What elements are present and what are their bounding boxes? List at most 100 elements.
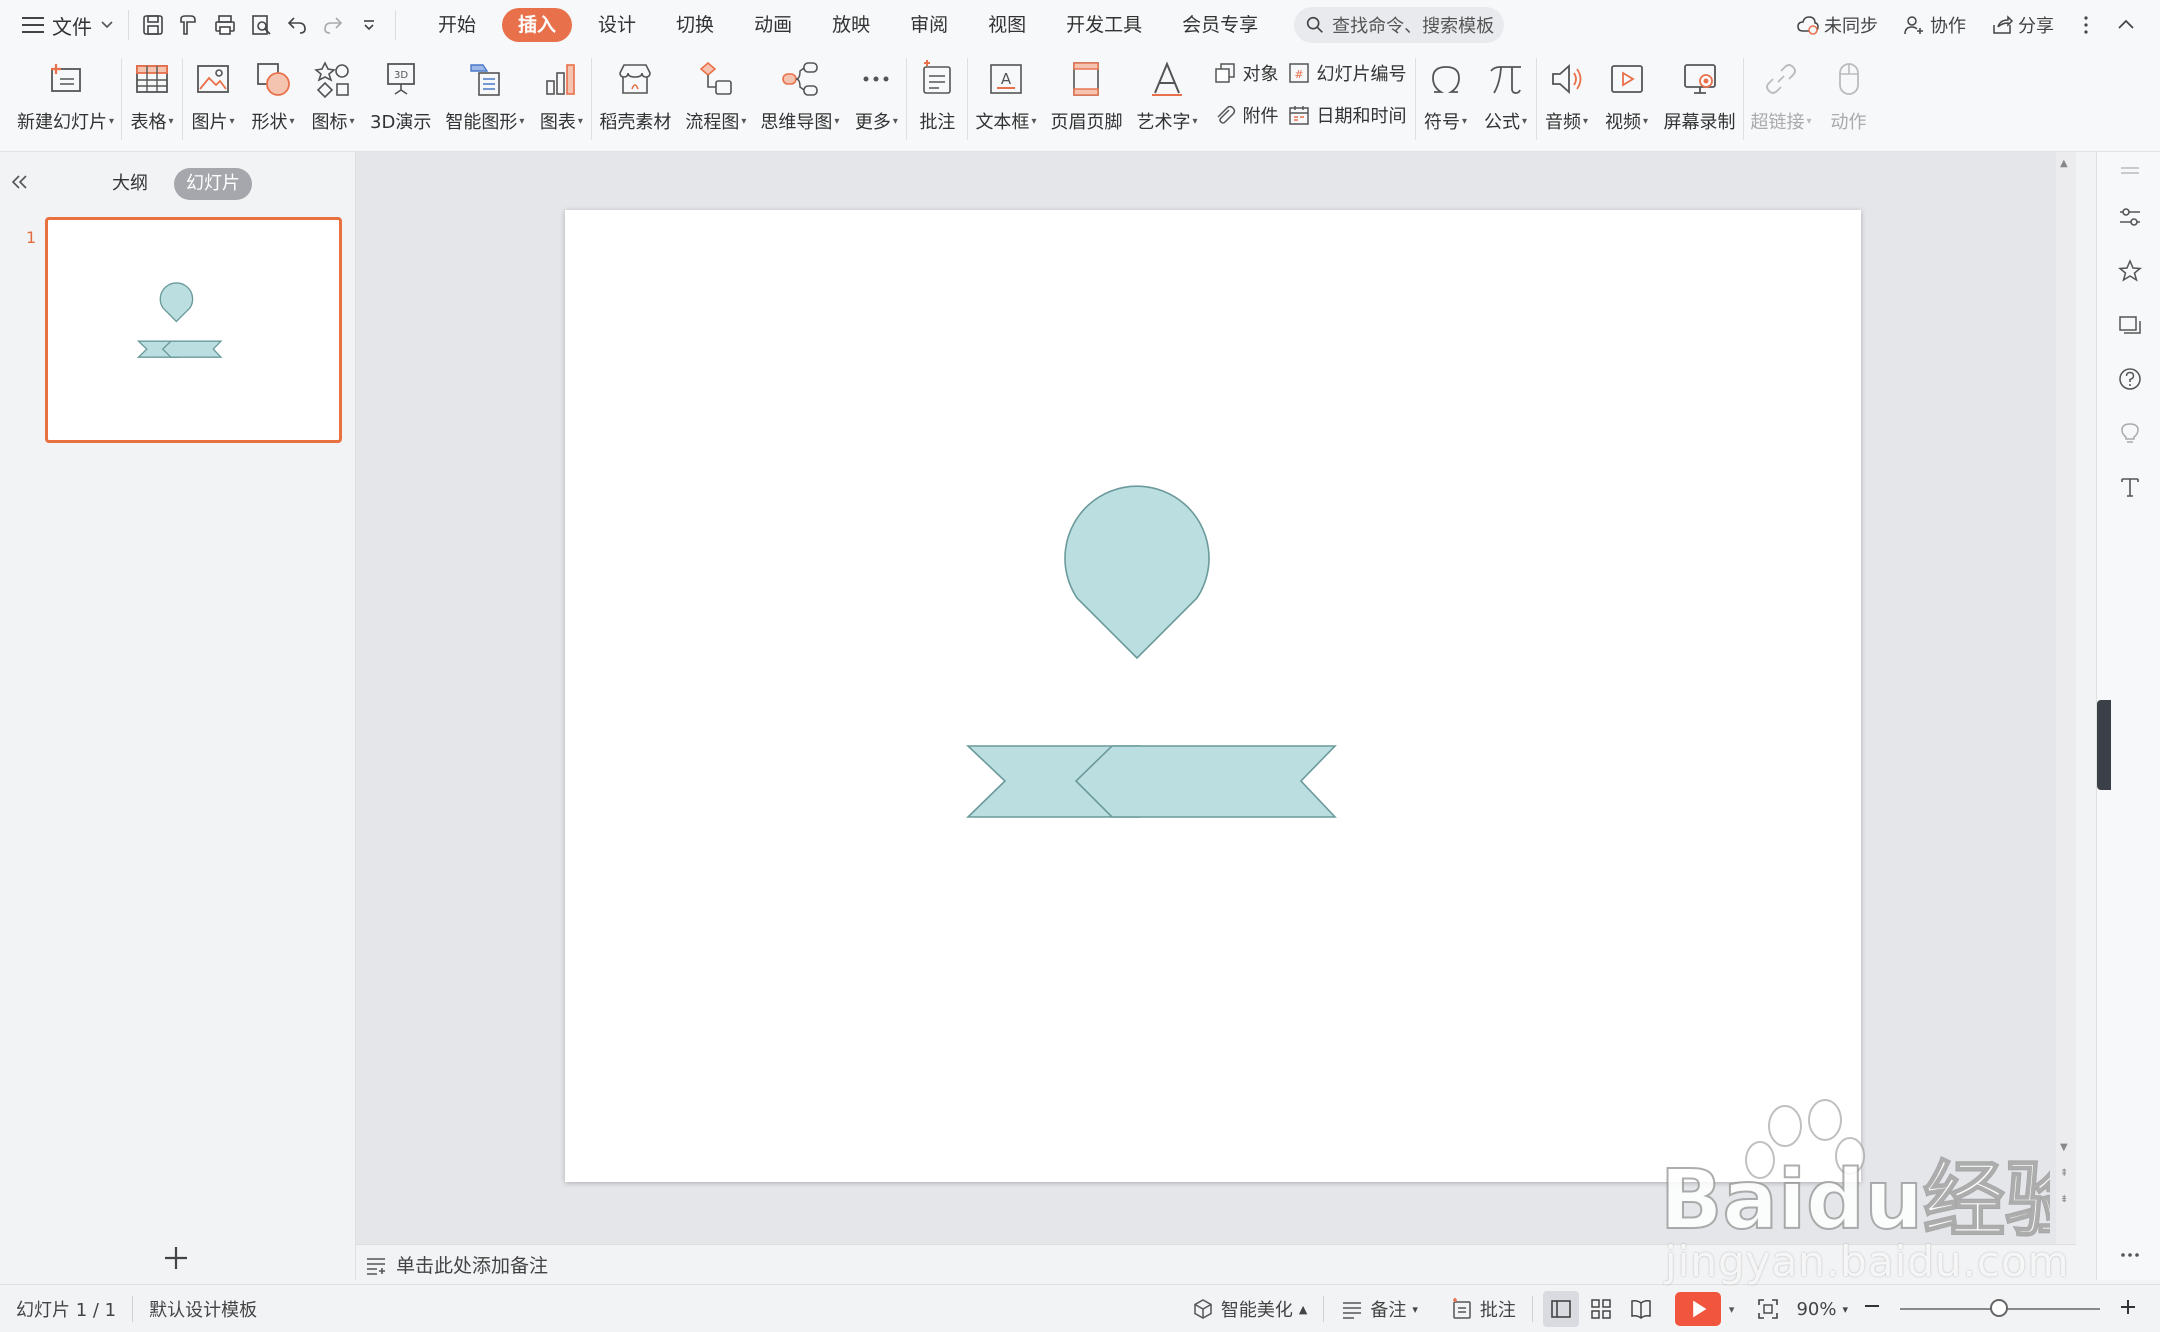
video-button[interactable]: 视频 ▾: [1597, 56, 1657, 134]
comment-button[interactable]: 批注: [907, 56, 967, 134]
zoom-level-dropdown[interactable]: 90% ▾: [1788, 1299, 1856, 1320]
text-format-button[interactable]: [2115, 472, 2145, 502]
mindmap-button[interactable]: 思维导图 ▾: [753, 56, 846, 134]
slide-panel: 大纲 幻灯片 1: [0, 152, 356, 1280]
tab-review[interactable]: 审阅: [890, 8, 968, 42]
table-button[interactable]: 表格 ▾: [122, 56, 182, 134]
tab-animations[interactable]: 动画: [734, 8, 812, 42]
sliders-icon: [2120, 208, 2140, 226]
smartart-button[interactable]: 智能图形 ▾: [438, 56, 531, 134]
audio-button[interactable]: 音频 ▾: [1537, 56, 1597, 134]
new-slide-icon: [50, 64, 81, 92]
shape-button[interactable]: 形状 ▾: [243, 56, 303, 134]
tab-member[interactable]: 会员专享: [1162, 8, 1278, 42]
comments-toggle-button[interactable]: 批注: [1434, 1296, 1532, 1322]
tab-developer[interactable]: 开发工具: [1046, 8, 1162, 42]
wordart-label: 艺术字: [1136, 112, 1191, 133]
zoom-in-button[interactable]: [2112, 1295, 2160, 1324]
calendar-icon: [1288, 106, 1309, 125]
slide-thumbnail-number: 1: [26, 228, 37, 247]
tab-transitions[interactable]: 切换: [656, 8, 734, 42]
formula-button[interactable]: 公式 ▾: [1476, 56, 1536, 134]
next-slide-arrow[interactable]: ⇟: [2060, 1194, 2068, 1205]
add-slide-button[interactable]: [162, 1240, 190, 1281]
collapse-ribbon-button[interactable]: [2106, 5, 2146, 45]
side-panel-handle[interactable]: [2097, 700, 2111, 790]
svg-text:3D: 3D: [394, 70, 408, 81]
scroll-down-arrow[interactable]: ▼: [2060, 1142, 2068, 1153]
tab-slideshow[interactable]: 放映: [812, 8, 890, 42]
help-button[interactable]: [2115, 364, 2145, 394]
screen-record-button[interactable]: 屏幕录制: [1657, 56, 1743, 134]
textbox-button[interactable]: A 文本框 ▾: [968, 56, 1043, 134]
vertical-scrollbar[interactable]: ▲ ▼ ⇞ ⇟: [2056, 152, 2076, 1244]
zoom-slider-knob[interactable]: [1990, 1299, 2008, 1317]
save-button[interactable]: [135, 7, 171, 43]
chart-button[interactable]: 图表 ▾: [531, 56, 591, 134]
file-menu[interactable]: 文件: [0, 0, 128, 50]
flowchart-button[interactable]: 流程图 ▾: [678, 56, 753, 134]
ribbon-banner-right-shape[interactable]: [1074, 745, 1337, 818]
tab-design[interactable]: 设计: [578, 8, 656, 42]
properties-button[interactable]: [2115, 202, 2145, 232]
print-preview-button[interactable]: [243, 7, 279, 43]
design-template-label[interactable]: 默认设计模板: [133, 1296, 273, 1322]
material-button[interactable]: 稻壳素材: [592, 56, 678, 134]
slide-number-button[interactable]: # 幻灯片编号: [1287, 56, 1407, 90]
redo-button[interactable]: [315, 7, 351, 43]
3d-demo-button[interactable]: 3D 3D演示: [363, 56, 438, 134]
transition-pane-button[interactable]: [2115, 310, 2145, 340]
more-button[interactable]: 更多 ▾: [846, 56, 906, 134]
action-button[interactable]: 动作: [1819, 56, 1879, 134]
tab-insert[interactable]: 插入: [502, 8, 573, 42]
scroll-up-arrow[interactable]: ▲: [2060, 158, 2068, 169]
smart-beautify-button[interactable]: 智能美化 ▲: [1175, 1296, 1323, 1322]
picture-label: 图片: [191, 112, 228, 133]
fit-to-window-button[interactable]: [1750, 1291, 1786, 1327]
new-slide-button[interactable]: 新建幻灯片 ▾: [10, 56, 121, 134]
symbol-button[interactable]: 符号 ▾: [1416, 56, 1476, 134]
icon-button[interactable]: 图标 ▾: [303, 56, 363, 134]
sidebar-more-button[interactable]: [2115, 1240, 2145, 1270]
share-button[interactable]: 分享: [1978, 12, 2066, 38]
print-button[interactable]: [207, 7, 243, 43]
animation-pane-button[interactable]: [2115, 256, 2145, 286]
previous-slide-arrow[interactable]: ⇞: [2060, 1168, 2068, 1179]
customize-quick-access-button[interactable]: [351, 7, 387, 43]
3d-presentation-icon: 3D: [386, 63, 415, 95]
picture-button[interactable]: 图片 ▾: [183, 56, 243, 134]
tab-outline[interactable]: 大纲: [100, 168, 160, 200]
hyperlink-button[interactable]: 超链接 ▾: [1744, 56, 1819, 134]
collapse-panel-button[interactable]: [10, 172, 30, 198]
slide-canvas[interactable]: [565, 210, 1861, 1182]
slideshow-options-dropdown[interactable]: ▾: [1729, 1303, 1735, 1316]
lightbulb-icon: [2121, 423, 2139, 443]
tips-button[interactable]: [2115, 418, 2145, 448]
tab-home[interactable]: 开始: [418, 8, 496, 42]
search-icon: [1306, 16, 1324, 33]
object-button[interactable]: 对象: [1213, 56, 1279, 90]
header-footer-button[interactable]: 页眉页脚: [1043, 56, 1129, 134]
slide-thumbnail[interactable]: [45, 217, 342, 443]
tab-view[interactable]: 视图: [968, 8, 1046, 42]
normal-view-button[interactable]: [1542, 1291, 1579, 1327]
teardrop-shape[interactable]: [1064, 485, 1210, 660]
textbox-icon: A: [990, 64, 1022, 94]
attachment-button[interactable]: 附件: [1213, 98, 1279, 132]
command-search[interactable]: 查找命令、搜索模板: [1294, 7, 1505, 43]
undo-button[interactable]: [279, 7, 315, 43]
zoom-out-button[interactable]: [1856, 1294, 1888, 1324]
play-slideshow-button[interactable]: [1674, 1292, 1721, 1326]
collaborate-button[interactable]: 协作: [1890, 12, 1978, 38]
slide-sorter-view-button[interactable]: [1583, 1291, 1619, 1327]
sync-status-button[interactable]: 未同步: [1784, 12, 1890, 38]
tab-slides[interactable]: 幻灯片: [174, 168, 252, 200]
notes-toggle-button[interactable]: 备注 ▾: [1324, 1296, 1434, 1322]
collab-label: 协作: [1930, 16, 1966, 37]
more-options-button[interactable]: [2066, 5, 2106, 45]
wordart-button[interactable]: 艺术字 ▾: [1129, 56, 1204, 134]
datetime-button[interactable]: 日期和时间: [1287, 98, 1407, 132]
format-painter-button[interactable]: [171, 7, 207, 43]
reading-view-button[interactable]: [1623, 1291, 1659, 1327]
zoom-slider[interactable]: [1900, 1299, 2100, 1317]
